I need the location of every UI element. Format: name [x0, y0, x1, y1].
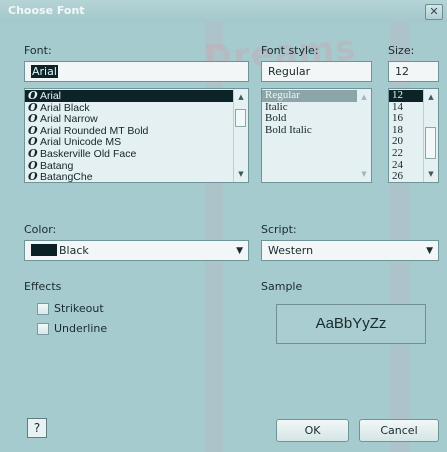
- list-item[interactable]: O Arial Unicode MS: [25, 136, 248, 148]
- color-label: Color:: [24, 223, 57, 236]
- size-list[interactable]: 12 14 16 18 20 22 24 26 ▲ ▼: [388, 88, 439, 183]
- list-item[interactable]: Regular: [262, 89, 371, 102]
- list-item[interactable]: O Arial Black: [25, 101, 248, 114]
- font-name: Baskerville Old Face: [40, 147, 137, 160]
- underline-checkbox[interactable]: [37, 323, 49, 335]
- list-item[interactable]: O BatangChe: [25, 170, 248, 183]
- script-select[interactable]: Western ▼: [261, 240, 439, 261]
- choose-font-dialog: Dreams Choose Font ✕ Font: Arial O Arial O…: [0, 0, 447, 452]
- font-name: Arial: [40, 90, 62, 102]
- list-item[interactable]: O Arial Rounded MT Bold: [25, 125, 248, 137]
- list-item[interactable]: O Baskerville Old Face: [25, 148, 248, 160]
- ok-button[interactable]: OK: [276, 419, 349, 442]
- list-item[interactable]: O Arial: [25, 90, 248, 102]
- help-button[interactable]: ?: [27, 418, 47, 438]
- color-select[interactable]: Black ▼: [24, 240, 249, 261]
- chevron-down-icon: ▼: [236, 246, 243, 256]
- scroll-down-icon[interactable]: ▼: [424, 168, 438, 180]
- strikeout-checkbox[interactable]: [37, 303, 49, 315]
- font-name: Arial Unicode MS: [40, 136, 122, 149]
- sample-label: Sample: [261, 280, 303, 293]
- font-list-scrollbar[interactable]: ▲ ▼: [233, 89, 248, 182]
- scroll-down-icon[interactable]: ▼: [234, 168, 248, 180]
- title-bar: Choose Font ✕: [0, 0, 447, 22]
- size-label: Size:: [388, 44, 415, 57]
- scroll-thumb[interactable]: [235, 109, 246, 127]
- sample-preview: AaBbYyZz: [276, 304, 426, 344]
- scroll-down-icon[interactable]: ▼: [357, 168, 371, 180]
- help-icon: ?: [33, 421, 41, 435]
- font-name-input[interactable]: Arial: [24, 61, 249, 82]
- script-label: Script:: [261, 223, 297, 236]
- scroll-up-icon[interactable]: ▲: [357, 91, 371, 103]
- color-swatch: [31, 244, 57, 256]
- list-item[interactable]: O Batang: [25, 159, 248, 172]
- strikeout-label[interactable]: Strikeout: [54, 302, 104, 315]
- scroll-up-icon[interactable]: ▲: [424, 91, 438, 103]
- font-name: Arial Black: [40, 101, 90, 114]
- font-style-list[interactable]: Regular Italic Bold Bold Italic ▲ ▼: [261, 88, 372, 183]
- opentype-icon: O: [28, 170, 38, 183]
- opentype-icon: O: [28, 146, 38, 160]
- scroll-up-icon[interactable]: ▲: [234, 91, 248, 103]
- font-style-scrollbar[interactable]: ▲ ▼: [357, 89, 371, 182]
- font-style-label: Font style:: [261, 44, 319, 57]
- font-name: Arial Narrow: [40, 113, 98, 126]
- font-label: Font:: [24, 44, 52, 57]
- chevron-down-icon: ▼: [426, 246, 433, 256]
- size-list-scrollbar[interactable]: ▲ ▼: [423, 89, 438, 182]
- close-button[interactable]: ✕: [425, 4, 443, 20]
- underline-label[interactable]: Underline: [54, 322, 107, 335]
- list-item[interactable]: Bold Italic: [262, 124, 371, 137]
- scroll-thumb[interactable]: [425, 127, 436, 159]
- font-name-value: Arial: [31, 65, 58, 78]
- window-title: Choose Font: [8, 4, 85, 17]
- cancel-button[interactable]: Cancel: [359, 419, 439, 442]
- effects-label: Effects: [24, 280, 62, 293]
- font-list[interactable]: O Arial O Arial Black O Arial Narrow O Arial Ro…: [24, 88, 249, 183]
- opentype-icon: O: [28, 89, 38, 102]
- font-name: Batang: [40, 159, 74, 172]
- script-value: Western: [268, 244, 314, 257]
- font-name: Arial Rounded MT Bold: [40, 124, 149, 137]
- color-value: Black: [59, 244, 89, 257]
- font-style-input[interactable]: Regular: [261, 61, 372, 82]
- font-name: BatangChe: [40, 171, 93, 183]
- list-item[interactable]: O Arial Narrow: [25, 113, 248, 125]
- size-input[interactable]: 12: [388, 61, 439, 82]
